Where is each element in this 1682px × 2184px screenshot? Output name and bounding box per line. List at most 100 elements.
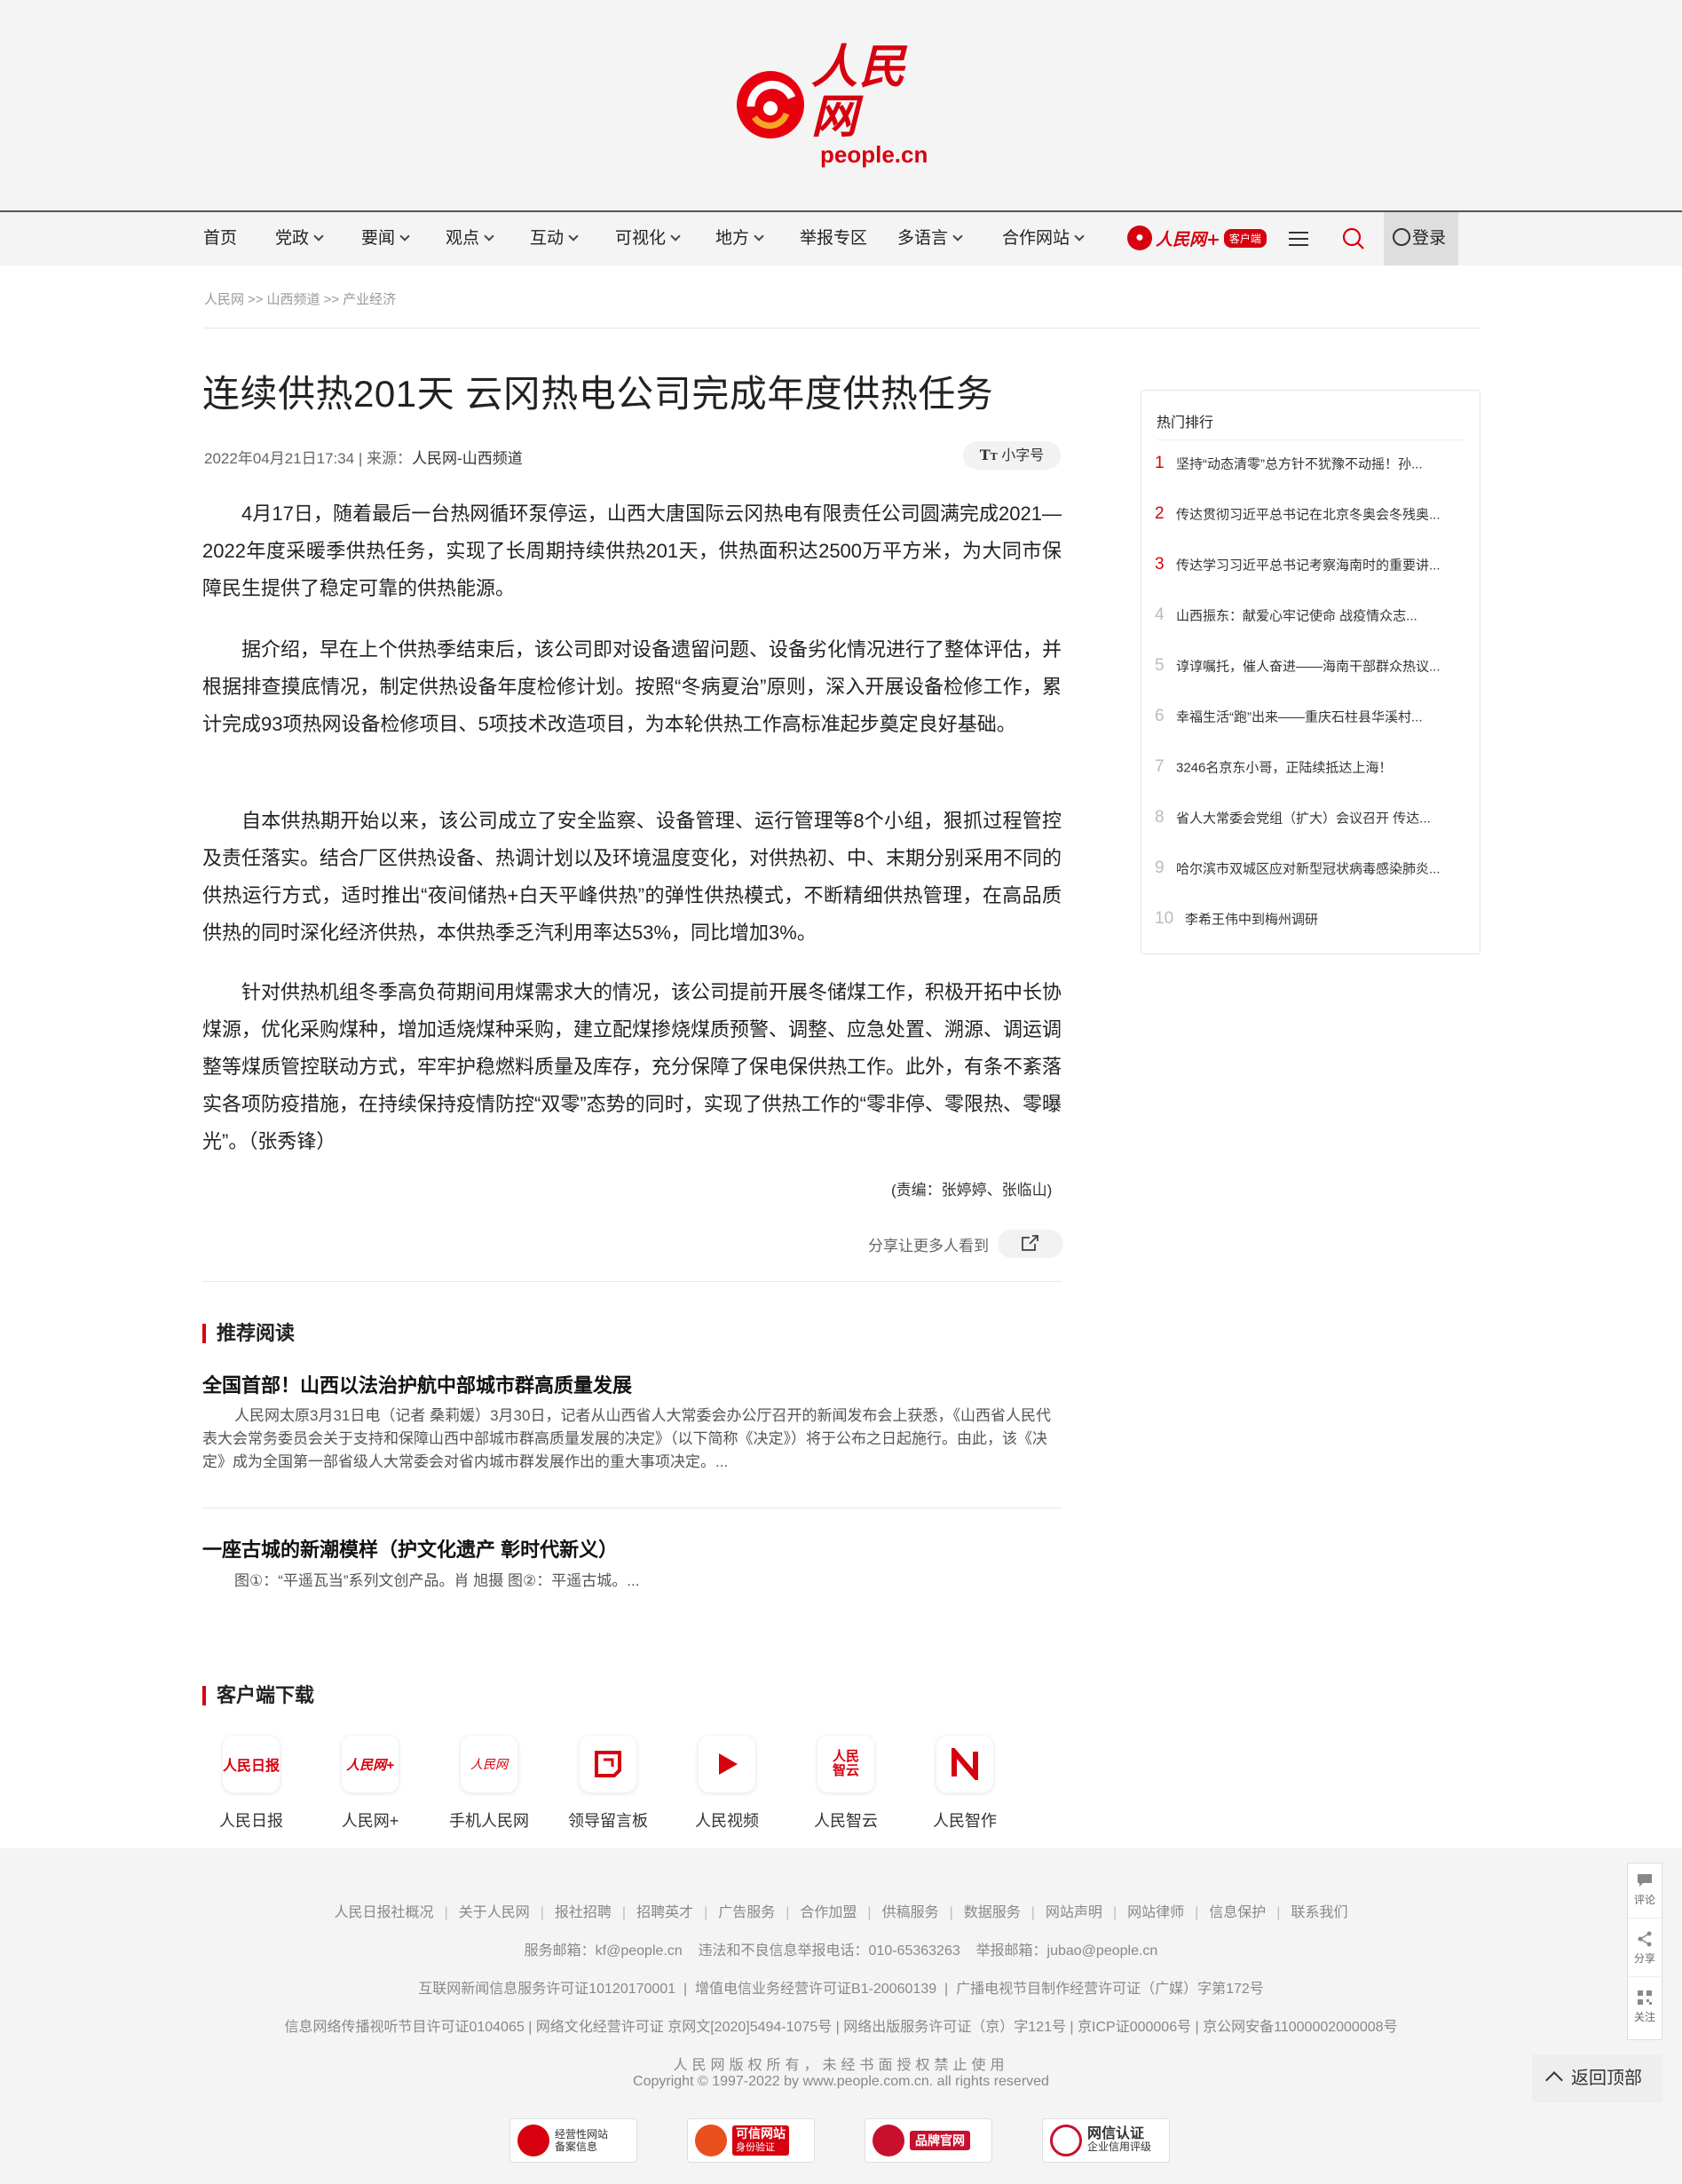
footer-links: 人民日报社概况 | 关于人民网 | 报社招聘 | 招聘英才 | 广告服务 | 合作加盟 | 供稿服务 | 数… [334,1905,1348,1920]
footer-link[interactable]: 联系我们 [1291,1905,1347,1920]
back-to-top-button[interactable]: 返回顶部 [1532,2054,1662,2102]
comment-button[interactable]: 评论 [1628,1864,1662,1919]
nav-item-home[interactable]: 首页 [203,212,237,265]
hot-ranking-title: 热门排行 [1157,415,1214,431]
footer-link[interactable]: 网站律师 [1127,1905,1184,1920]
recommend-summary: 人民网太原3月31日电（记者 桑莉媛）3月30日，记者从山西省人大常委会办公厅召… [202,1407,1051,1470]
leader-message-icon [580,1736,636,1792]
follow-button[interactable]: 关注 [1628,1981,1662,2036]
cert-seal-icon [1050,2125,1082,2156]
footer-license: 互联网新闻信息服务许可证10120170001 | 增值电信业务经营许可证B1-… [418,1982,1264,1997]
nav-item-news[interactable]: 要闻 [361,212,410,265]
nav-item-visual[interactable]: 可视化 [615,212,681,265]
footer-link[interactable]: 报社招聘 [555,1905,612,1920]
ranking-item[interactable]: 10 李希王伟中到梅州调研 [1155,909,1470,936]
trusted-site-badge[interactable]: 可信网站 身份验证 [687,2118,815,2163]
app-item[interactable]: 人民日报 人民日报 [202,1736,300,1832]
recommend-title[interactable]: 全国首部！山西以法治护航中部城市群高质量发展 [202,1370,632,1398]
ranking-item[interactable]: 4 山西振东：献爱心牢记使命 战疫情众志... [1155,605,1470,632]
cyber-cert-badge[interactable]: 网信认证 企业信用评级 [1042,2118,1170,2163]
emblem-icon [517,2125,549,2156]
chevron-down-icon [952,231,963,241]
breadcrumb-item[interactable]: 山西频道 [267,292,320,307]
recommend-heading: 推荐阅读 [202,1324,295,1343]
nav-item-interact[interactable]: 互动 [530,212,579,265]
breadcrumb-item[interactable]: 产业经济 [343,292,396,307]
app-item[interactable]: 领导留言板 [559,1736,657,1832]
app-item[interactable]: 人民 智云 人民智云 [797,1736,895,1832]
nav-item-opinion[interactable]: 观点 [446,212,494,265]
login-label: 登录 [1412,229,1447,248]
footer-link[interactable]: 信息保护 [1209,1905,1266,1920]
nav-item-partners[interactable]: 合作网站 [1002,212,1085,265]
icp-badge[interactable]: 经营性网站 备案信息 [509,2118,637,2163]
nav-item-languages[interactable]: 多语言 [897,212,963,265]
article-paragraph: 针对供热机组冬季高负荷期间用煤需求大的情况，该公司提前开展冬储煤工作，积极开拓中… [202,981,1062,1152]
login-button[interactable]: 登录 [1384,212,1458,265]
app-download-link[interactable]: ● 人民网+ 客户端 [1127,225,1267,251]
footer-copyright: 人民网版权所有，未经书面授权禁止使用 [673,2058,1009,2073]
brand-icon [873,2125,904,2156]
article-source[interactable]: 人民网-山西频道 [412,450,523,467]
footer-license: 信息网络传播视听节目许可证0104065 | 网络文化经营许可证 京网文[202… [284,2020,1398,2035]
footer-link[interactable]: 广告服务 [718,1905,775,1920]
article-date: 2022年04月21日17:34 [204,450,355,467]
logo-cn-text: 人民网 [811,39,908,144]
brand-site-badge[interactable]: 品牌官网 [865,2118,992,2163]
footer-link[interactable]: 供稿服务 [882,1905,939,1920]
footer-link[interactable]: 网站声明 [1046,1905,1102,1920]
logo-en-text: people.cn [820,140,928,168]
recommend-title[interactable]: 一座古城的新潮模样（护文化遗产 彰时代新义） [202,1534,618,1563]
ranking-item[interactable]: 9 哈尔滨市双城区应对新型冠状病毒感染肺炎... [1155,859,1470,885]
people-cn-logo[interactable]: 人民网 people.cn [733,42,951,167]
chevron-down-icon [1074,231,1085,241]
font-size-icon: T [979,447,991,463]
menu-icon[interactable] [1280,212,1315,265]
footer-link[interactable]: 关于人民网 [459,1905,530,1920]
people-cloud-icon: 人民 智云 [817,1736,874,1792]
people-video-icon [699,1736,755,1792]
search-icon[interactable] [1331,212,1376,265]
share-button[interactable]: 分享 [1628,1922,1662,1977]
certification-badges: 经营性网站 备案信息 可信网站 身份验证 品牌官网 网信认证 企业信用评级 [509,2118,1175,2164]
app-badge: 客户端 [1223,228,1267,248]
trusted-icon [695,2125,727,2156]
footer-contact: 服务邮箱：kf@people.cn 违法和不良信息举报电话：010-653632… [524,1943,1158,1958]
ranking-item[interactable]: 6 幸福生活“跑”出来——重庆石柱县华溪村... [1155,707,1470,733]
nav-item-local[interactable]: 地方 [715,212,764,265]
apps-heading: 客户端下载 [202,1686,314,1705]
article-paragraph: 据介绍，早在上个供热季结束后，该公司即对设备遗留问题、设备劣化情况进行了整体评估… [202,638,1062,735]
chevron-up-icon [1545,2071,1563,2089]
share-row: 分享让更多人看到 [868,1230,1063,1258]
ranking-item[interactable]: 3 传达学习习近平总书记考察海南时的重要讲... [1155,555,1470,582]
app-item[interactable]: 人民网 手机人民网 [440,1736,538,1832]
share-icon[interactable] [998,1230,1063,1258]
ranking-item[interactable]: 8 省人大常委会党组（扩大）会议召开 传达... [1155,808,1470,835]
breadcrumb-item[interactable]: 人民网 [204,292,244,307]
footer-link[interactable]: 数据服务 [964,1905,1021,1920]
app-item[interactable]: 人民网+ 人民网+ [321,1736,419,1832]
ranking-item[interactable]: 5 谆谆嘱托，催人奋进——海南干部群众热议... [1155,656,1470,683]
divider [202,1281,1062,1282]
app-item[interactable]: 人民智作 [916,1736,1014,1832]
recommend-summary: 图①：“平遥瓦当”系列文创产品。肖 旭摄 图②：平遥古城。... [234,1572,640,1589]
footer-link[interactable]: 人民日报社概况 [335,1905,434,1920]
nav-item-party[interactable]: 党政 [275,212,324,265]
footer-link[interactable]: 合作加盟 [800,1905,857,1920]
article-title: 连续供热201天 云冈热电公司完成年度供热任务 [202,373,994,415]
chevron-down-icon [399,231,410,241]
nav-item-report[interactable]: 举报专区 [800,212,867,265]
ranking-item[interactable]: 7 3246名京东小哥，正陆续抵达上海！ [1155,757,1470,784]
chevron-down-icon [568,231,579,241]
main-navbar: 首页 党政 要闻 观点 互动 可视化 地方 举报专区 多语言 合作网站 ● 人民… [0,210,1682,265]
app-name: 人民网+ [1156,229,1220,249]
footer-link[interactable]: 招聘英才 [636,1905,693,1920]
font-size-toggle[interactable]: TT 小字号 [963,441,1061,470]
app-item[interactable]: 人民视频 [678,1736,776,1832]
ranking-item[interactable]: 1 坚持“动态清零”总方针不犹豫不动摇！孙... [1155,454,1470,480]
user-icon [1393,228,1410,246]
article-paragraph: 自本供热期开始以来，该公司成立了安全监察、设备管理、运行管理等8个小组，狠抓过程… [202,810,1062,944]
top-header: 人民网 people.cn [0,0,1682,210]
share-text: 分享让更多人看到 [868,1237,989,1254]
ranking-item[interactable]: 2 传达贯彻习近平总书记在北京冬奥会冬残奥... [1155,504,1470,531]
